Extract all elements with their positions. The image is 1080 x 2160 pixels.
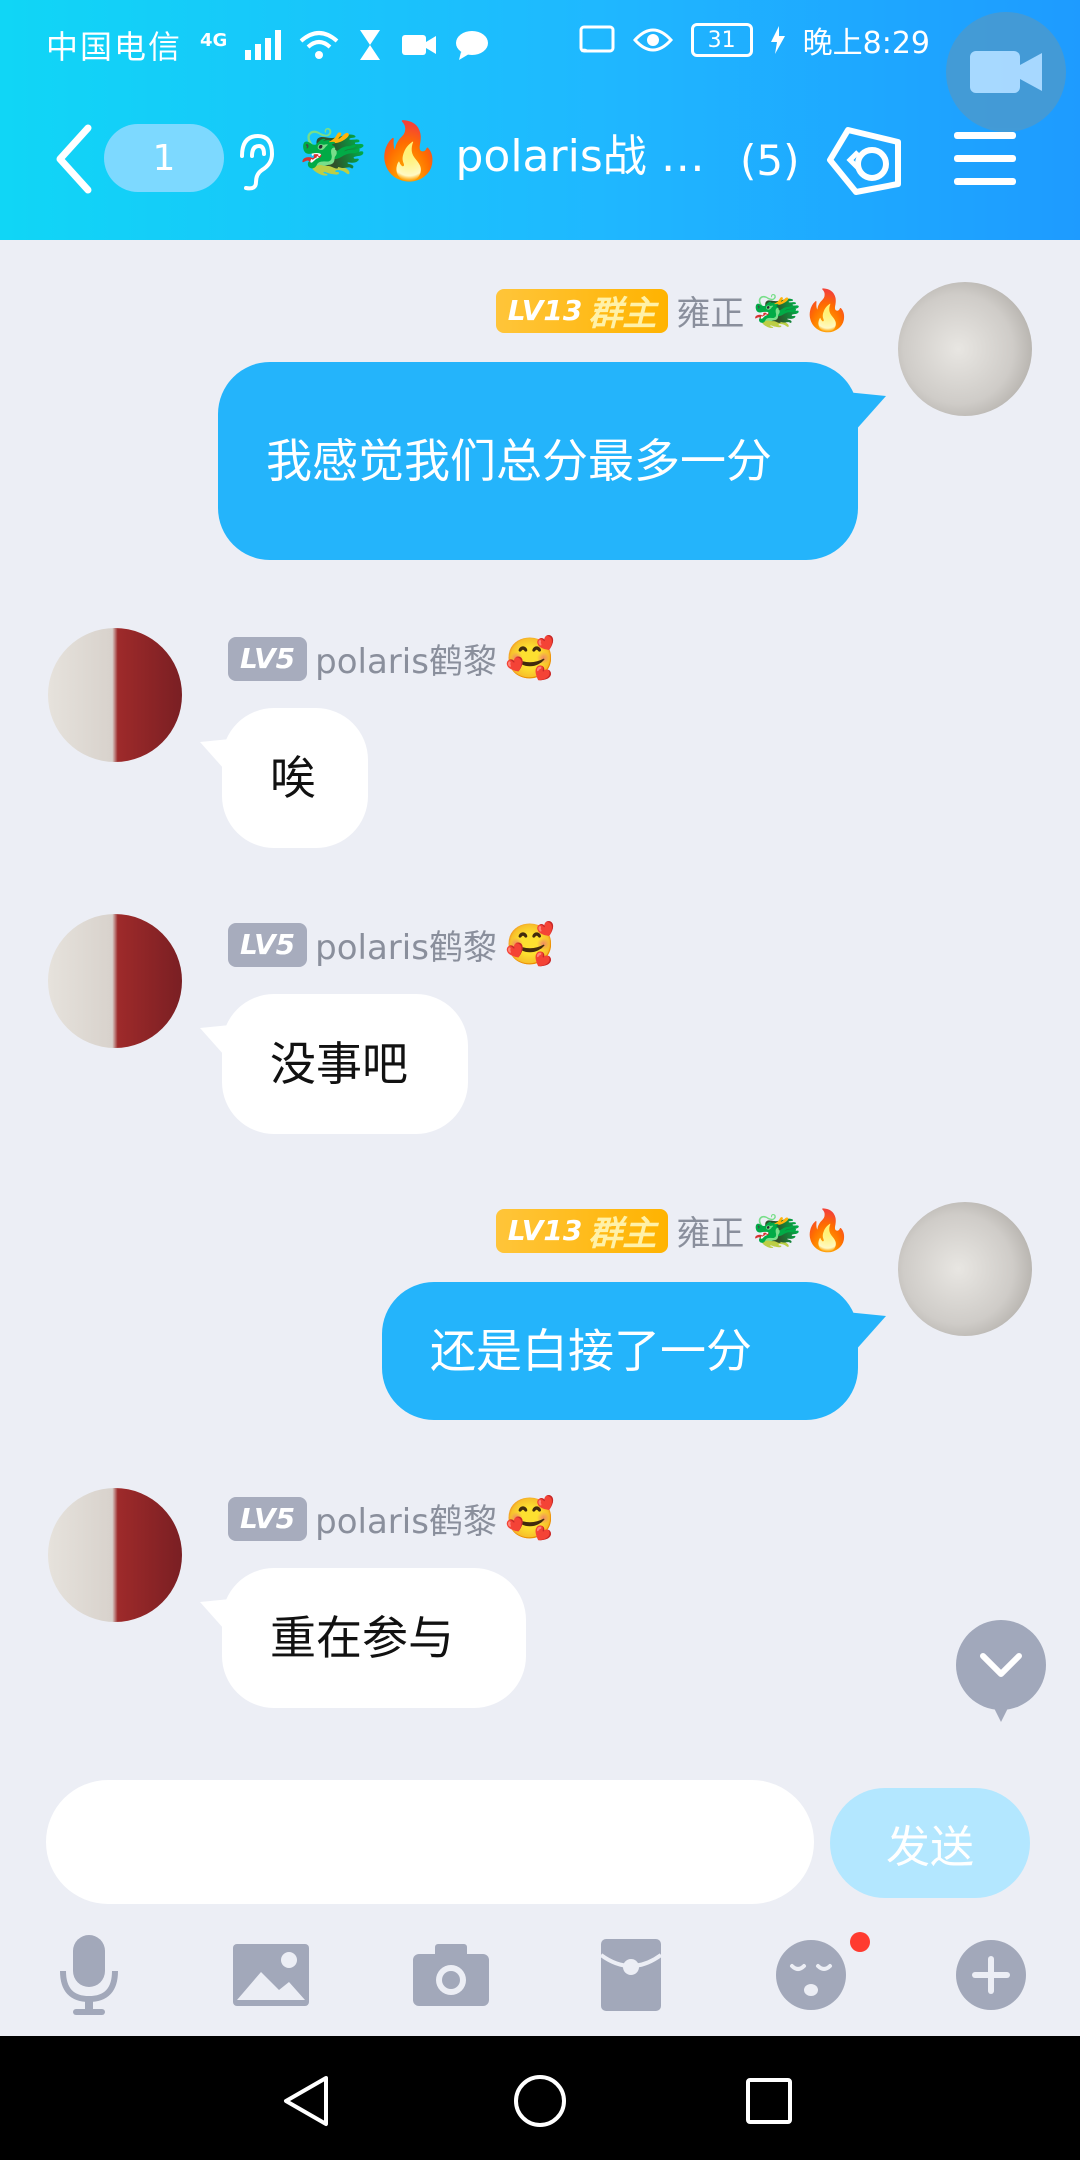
nav-home-icon[interactable] (505, 2066, 575, 2136)
message-bubble[interactable]: 还是白接了一分 (382, 1282, 858, 1420)
nav-bar: 1 🐲 🔥 polaris战 … (5) (0, 110, 1080, 220)
message-bubble[interactable]: 重在参与 (222, 1568, 526, 1708)
input-toolbar (0, 1920, 1080, 2040)
ear-icon[interactable] (232, 132, 276, 192)
message-meta: LV13 群主 雍正 🐲🔥 (495, 1206, 852, 1255)
avatar-self[interactable] (898, 282, 1032, 416)
menu-icon[interactable] (954, 132, 1016, 201)
role-label: 群主 (588, 294, 657, 334)
clock: 晚上8:29 (802, 26, 930, 61)
level-badge: LV5 (228, 922, 308, 967)
unread-count-badge[interactable]: 1 (104, 124, 224, 192)
cast-icon (579, 25, 615, 53)
chat-header: 中国电信 4G 31 晚上8:29 1 🐲 🔥 polaris战 … (5) (0, 0, 1080, 240)
carrier-label: 中国电信 (46, 28, 183, 66)
status-bar: 中国电信 4G 31 晚上8:29 (0, 0, 1080, 72)
message-meta: LV5 polaris鹤黎 🥰 (228, 1494, 555, 1543)
nickname-emojis: 🥰 (504, 636, 555, 682)
member-count: (5) (740, 136, 800, 185)
message-text: 我感觉我们总分最多一分 (266, 434, 772, 488)
nickname-emojis: 🐲🔥 (752, 288, 852, 334)
chat-title: polaris战 … (455, 131, 705, 182)
charging-icon (770, 26, 785, 54)
image-icon[interactable] (226, 1930, 316, 2020)
nav-recents-icon[interactable] (734, 2066, 804, 2136)
fab-tail (990, 1700, 1012, 1722)
message-text: 重在参与 (270, 1611, 454, 1665)
signal-icon (245, 30, 282, 60)
message-text: 没事吧 (270, 1037, 408, 1091)
message-text: 还是白接了一分 (430, 1324, 752, 1378)
notification-dot (850, 1932, 870, 1952)
send-button[interactable]: 发送 (830, 1788, 1030, 1898)
nickname-emojis: 🥰 (504, 922, 555, 968)
network-type: 4G (200, 29, 228, 51)
hourglass-icon (360, 30, 381, 60)
sender-nickname[interactable]: polaris鹤黎 (315, 634, 497, 683)
dragon-emoji: 🐲 (298, 119, 368, 184)
message-meta: LV5 polaris鹤黎 🥰 (228, 634, 555, 683)
level-badge: LV13 群主 (495, 288, 669, 334)
avatar-self[interactable] (898, 1202, 1032, 1336)
level-badge: LV5 (228, 1496, 308, 1541)
message-input[interactable] (46, 1780, 814, 1904)
message-meta: LV13 群主 雍正 🐲🔥 (495, 286, 852, 335)
fire-emoji: 🔥 (373, 119, 444, 184)
level-label: LV13 (507, 294, 583, 327)
chevron-down-icon (980, 1653, 1022, 1677)
avatar-polaris[interactable] (48, 628, 182, 762)
role-label: 群主 (588, 1214, 657, 1254)
level-label: LV13 (507, 1214, 583, 1247)
sender-nickname[interactable]: polaris鹤黎 (315, 920, 497, 969)
message-bubble[interactable]: 我感觉我们总分最多一分 (218, 362, 858, 560)
system-navigation-bar (0, 2036, 1080, 2160)
message-text: 唉 (270, 751, 316, 805)
chat-title-group[interactable]: 🐲 🔥 polaris战 … (298, 120, 705, 184)
microphone-icon[interactable] (44, 1930, 134, 2020)
nav-back-icon[interactable] (272, 2066, 342, 2136)
sender-nickname[interactable]: polaris鹤黎 (315, 1494, 497, 1543)
level-badge: LV5 (228, 636, 308, 681)
message-bubble[interactable]: 唉 (222, 708, 368, 848)
nickname-emojis: 🥰 (504, 1496, 555, 1542)
message-meta: LV5 polaris鹤黎 🥰 (228, 920, 555, 969)
sender-nickname[interactable]: 雍正 (676, 1206, 744, 1255)
avatar-polaris[interactable] (48, 1488, 182, 1622)
eye-icon (632, 28, 673, 52)
nickname-emojis: 🐲🔥 (752, 1208, 852, 1254)
message-bubble[interactable]: 没事吧 (222, 994, 468, 1134)
wifi-icon (300, 31, 339, 59)
emoji-icon[interactable] (766, 1930, 856, 2020)
camera-icon[interactable] (406, 1930, 496, 2020)
chat-status-icon (456, 31, 489, 60)
avatar-polaris[interactable] (48, 914, 182, 1048)
red-packet-icon[interactable] (586, 1930, 676, 2020)
level-badge: LV13 群主 (495, 1208, 669, 1254)
group-share-icon[interactable] (822, 122, 906, 198)
video-camera-icon (970, 51, 1042, 93)
scroll-to-bottom-button[interactable] (956, 1620, 1046, 1710)
battery-indicator: 31 (690, 23, 753, 57)
back-icon[interactable] (54, 124, 94, 194)
plus-icon[interactable] (946, 1930, 1036, 2020)
sender-nickname[interactable]: 雍正 (676, 286, 744, 335)
video-status-icon (402, 35, 437, 55)
